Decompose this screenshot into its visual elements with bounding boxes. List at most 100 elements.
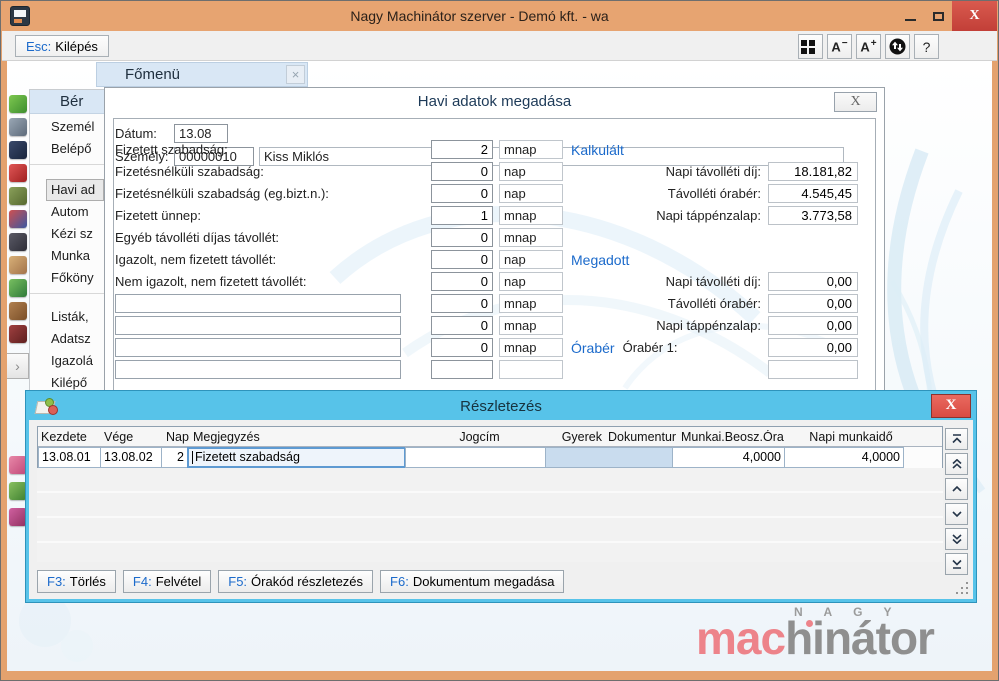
reszletezes-close-button[interactable]: X <box>931 394 971 418</box>
sidebar-item-listak[interactable]: Listák, <box>30 306 104 328</box>
col-dokumentum[interactable]: Dokumentur <box>605 430 678 444</box>
menu-icon-3[interactable] <box>9 141 27 159</box>
document-button[interactable]: F6:Dokumentum megadása <box>380 570 564 593</box>
tiles-button[interactable] <box>798 34 823 59</box>
maximize-button[interactable] <box>924 1 952 31</box>
exit-button[interactable]: Esc: Kilépés <box>15 35 109 57</box>
menu-icon-10[interactable] <box>9 302 27 320</box>
menu-icon-13[interactable] <box>9 482 27 500</box>
extra-absence-input[interactable] <box>115 316 401 335</box>
sidebar-item-fokonyv[interactable]: Főköny <box>30 267 104 289</box>
sidebar-item-munka[interactable]: Munka <box>30 245 104 267</box>
col-munkai-beosz-ora[interactable]: Munkai.Beosz.Óra <box>678 430 791 444</box>
unit-field[interactable] <box>499 360 563 379</box>
tab-close-icon[interactable]: × <box>286 65 305 84</box>
scroll-bottom-button[interactable] <box>945 553 968 575</box>
sidebar-item-belepo[interactable]: Belépő <box>30 138 104 160</box>
cell-vege[interactable]: 13.08.02 <box>100 447 162 468</box>
close-button[interactable]: X <box>952 1 997 31</box>
menu-icon-4[interactable] <box>9 164 27 182</box>
menu-icon-12[interactable] <box>9 456 27 474</box>
value-input[interactable]: 0 <box>431 162 493 181</box>
unit-field[interactable]: mnap <box>499 228 563 247</box>
value-input[interactable]: 0 <box>431 338 493 357</box>
menu-icon-11[interactable] <box>9 325 27 343</box>
tab-fomenu[interactable]: Főmenü × <box>96 62 308 87</box>
unit-field[interactable]: mnap <box>499 140 563 159</box>
menu-icon-9[interactable] <box>9 279 27 297</box>
strip-arrow-button[interactable]: › <box>6 353 29 379</box>
page-up-button[interactable] <box>945 453 968 475</box>
calc-value-field[interactable]: 4.545,45 <box>768 184 858 203</box>
cell-kezdete[interactable]: 13.08.01 <box>38 447 101 468</box>
sidebar-item-kezi[interactable]: Kézi sz <box>30 223 104 245</box>
unit-field[interactable]: mnap <box>499 294 563 313</box>
cell-munkai-beosz-ora[interactable]: 4,0000 <box>672 447 785 468</box>
refresh-button[interactable] <box>885 34 910 59</box>
calc-value-field[interactable]: 18.181,82 <box>768 162 858 181</box>
extra-absence-input[interactable] <box>115 294 401 313</box>
value-input[interactable]: 0 <box>431 272 493 291</box>
page-down-button[interactable] <box>945 528 968 550</box>
unit-field[interactable]: nap <box>499 250 563 269</box>
font-smaller-button[interactable]: A− <box>827 34 852 59</box>
given-value-input[interactable]: 0,00 <box>768 272 858 291</box>
col-megjegyzes[interactable]: Megjegyzés <box>190 430 409 444</box>
row-up-button[interactable] <box>945 478 968 500</box>
scroll-top-button[interactable] <box>945 428 968 450</box>
menu-icon-7[interactable] <box>9 233 27 251</box>
unit-field[interactable]: nap <box>499 184 563 203</box>
font-larger-button[interactable]: A+ <box>856 34 881 59</box>
menu-icon-6[interactable] <box>9 210 27 228</box>
value-input[interactable]: 0 <box>431 250 493 269</box>
cell-gyerek-dokumentum[interactable] <box>545 447 673 468</box>
cell-megjegyzes[interactable]: Fizetett szabadság <box>187 447 406 468</box>
given-value-input[interactable]: 0,00 <box>768 316 858 335</box>
unit-field[interactable]: mnap <box>499 338 563 357</box>
unit-field[interactable]: mnap <box>499 206 563 225</box>
row-down-button[interactable] <box>945 503 968 525</box>
col-napi-munkaido[interactable]: Napi munkaidő <box>791 430 911 444</box>
calc-value-field[interactable]: 3.773,58 <box>768 206 858 225</box>
hourcode-detail-button[interactable]: F5:Órakód részletezés <box>218 570 373 593</box>
menu-icon-1[interactable] <box>9 95 27 113</box>
hourly-value-input[interactable]: 0,00 <box>768 338 858 357</box>
delete-button[interactable]: F3:Törlés <box>37 570 116 593</box>
value-input[interactable]: 0 <box>431 228 493 247</box>
col-kezdete[interactable]: Kezdete <box>38 430 101 444</box>
col-jogcim[interactable]: Jogcím <box>409 430 550 444</box>
resize-grip[interactable] <box>956 582 969 595</box>
sidebar-item-kilepo[interactable]: Kilépő <box>30 372 104 391</box>
sidebar-item-adatszolg[interactable]: Adatsz <box>30 328 104 350</box>
value-input[interactable]: 0 <box>431 294 493 313</box>
menu-icon-2[interactable] <box>9 118 27 136</box>
col-gyerek[interactable]: Gyerek <box>550 430 605 444</box>
unit-field[interactable]: nap <box>499 162 563 181</box>
menu-icon-14[interactable] <box>9 508 27 526</box>
menu-icon-5[interactable] <box>9 187 27 205</box>
extra-absence-input[interactable] <box>115 360 401 379</box>
cell-napi-munkaido[interactable]: 4,0000 <box>784 447 904 468</box>
sidebar-item-igazolasok[interactable]: Igazolá <box>30 350 104 372</box>
col-vege[interactable]: Vége <box>101 430 163 444</box>
cell-jogcim[interactable] <box>405 447 546 468</box>
cell-nap[interactable]: 2 <box>161 447 188 468</box>
unit-field[interactable]: mnap <box>499 316 563 335</box>
value-input[interactable]: 0 <box>431 316 493 335</box>
col-nap[interactable]: Nap <box>163 430 190 444</box>
sidebar-item-havi-adatok[interactable]: Havi ad <box>46 179 104 201</box>
unit-field[interactable]: nap <box>499 272 563 291</box>
minimize-button[interactable] <box>896 1 924 31</box>
dialog-close-button[interactable]: X <box>834 92 877 112</box>
extra-absence-input[interactable] <box>115 338 401 357</box>
hourly-value-input[interactable] <box>768 360 858 379</box>
value-input[interactable] <box>431 360 493 379</box>
value-input[interactable]: 2 <box>431 140 493 159</box>
help-button[interactable]: ? <box>914 34 939 59</box>
sidebar-item-automatikus[interactable]: Autom <box>30 201 104 223</box>
sidebar-item-szemelyi[interactable]: Személ <box>30 116 104 138</box>
value-input[interactable]: 1 <box>431 206 493 225</box>
given-value-input[interactable]: 0,00 <box>768 294 858 313</box>
value-input[interactable]: 0 <box>431 184 493 203</box>
menu-icon-8[interactable] <box>9 256 27 274</box>
